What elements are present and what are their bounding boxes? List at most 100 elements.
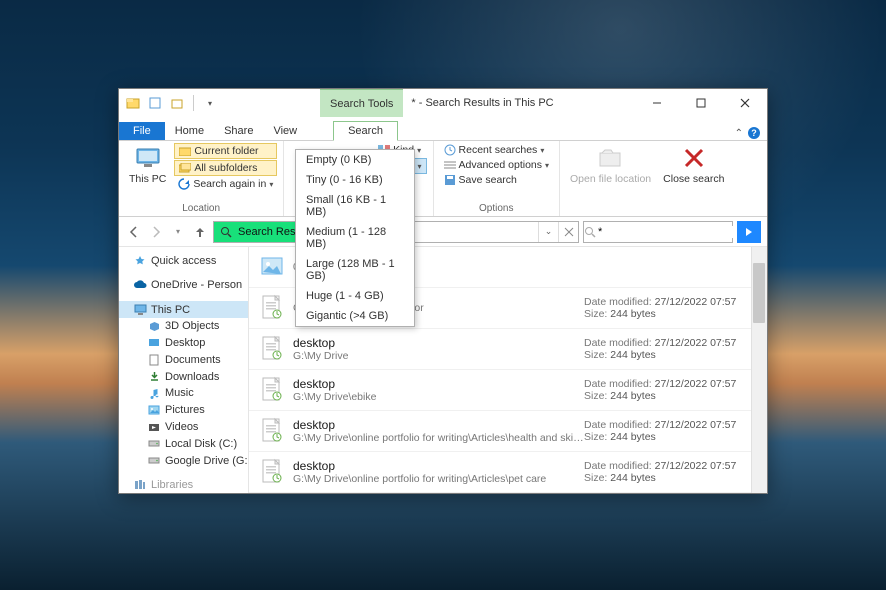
video-icon bbox=[147, 420, 161, 434]
explorer-icon bbox=[125, 95, 141, 111]
chevron-down-icon: ▾ bbox=[418, 162, 422, 171]
close-x-icon bbox=[680, 145, 708, 171]
navbar: ▾ Search Results in ⌄ × bbox=[119, 217, 767, 247]
tab-home[interactable]: Home bbox=[165, 122, 214, 140]
file-icon bbox=[257, 375, 287, 405]
size-option-large[interactable]: Large (128 MB - 1 GB) bbox=[296, 254, 414, 286]
drive-icon bbox=[147, 437, 161, 451]
tab-view[interactable]: View bbox=[263, 122, 307, 140]
size-option-small[interactable]: Small (16 KB - 1 MB) bbox=[296, 190, 414, 222]
sidebar-quick-access[interactable]: Quick access bbox=[119, 253, 248, 270]
cube-icon bbox=[147, 319, 161, 333]
folders-icon bbox=[179, 163, 191, 173]
window-title: * - Search Results in This PC bbox=[403, 89, 635, 117]
file-icon bbox=[257, 457, 287, 487]
size-option-tiny[interactable]: Tiny (0 - 16 KB) bbox=[296, 170, 414, 190]
new-folder-icon[interactable] bbox=[169, 95, 185, 111]
size-option-medium[interactable]: Medium (1 - 128 MB) bbox=[296, 222, 414, 254]
result-row[interactable]: desktopG:\My DriveDate modified: 27/12/2… bbox=[249, 329, 767, 370]
refresh-button[interactable] bbox=[558, 222, 578, 242]
search-box[interactable]: × bbox=[583, 221, 733, 243]
folder-open-icon bbox=[597, 145, 625, 171]
result-row[interactable]: desktopG:\My Drive\online portfolio for … bbox=[249, 452, 767, 493]
file-icon bbox=[257, 252, 287, 282]
help-icon[interactable]: ? bbox=[747, 126, 761, 140]
size-dropdown-menu: Empty (0 KB) Tiny (0 - 16 KB) Small (16 … bbox=[295, 149, 415, 327]
result-meta: Date modified: 27/12/2022 07:57Size: 244… bbox=[584, 337, 759, 361]
back-button[interactable] bbox=[125, 223, 143, 241]
current-folder-button[interactable]: Current folder bbox=[174, 143, 277, 159]
chevron-down-icon: ▾ bbox=[545, 161, 549, 170]
scrollbar[interactable] bbox=[751, 247, 767, 493]
up-button[interactable] bbox=[191, 223, 209, 241]
result-path: G:\My Drive\ebike bbox=[293, 391, 584, 403]
sidebar-videos[interactable]: Videos bbox=[119, 419, 248, 436]
drive-icon bbox=[147, 454, 161, 468]
ribbon-group-location: This PC Current folder All subfolders Se… bbox=[119, 141, 284, 216]
result-path: G:\My Drive\online portfolio for writing… bbox=[293, 473, 584, 485]
size-option-gigantic[interactable]: Gigantic (>4 GB) bbox=[296, 306, 414, 326]
ribbon: This PC Current folder All subfolders Se… bbox=[119, 141, 767, 217]
save-search-button[interactable]: Save search bbox=[440, 173, 554, 187]
close-search-label: Close search bbox=[663, 173, 724, 185]
close-search-button[interactable]: Close search bbox=[659, 143, 728, 187]
open-location-label: Open file location bbox=[570, 173, 651, 185]
all-subfolders-button[interactable]: All subfolders bbox=[174, 160, 277, 176]
music-icon bbox=[147, 386, 161, 400]
result-row[interactable]: desktopG:\My Drive\online portfolio for … bbox=[249, 411, 767, 452]
sidebar-libraries[interactable]: Libraries bbox=[119, 476, 248, 493]
sidebar-pictures[interactable]: Pictures bbox=[119, 402, 248, 419]
size-option-huge[interactable]: Huge (1 - 4 GB) bbox=[296, 286, 414, 306]
qat-dropdown-icon[interactable]: ▾ bbox=[202, 95, 218, 111]
result-name: desktop bbox=[293, 459, 584, 473]
group-label-options: Options bbox=[440, 202, 554, 214]
sidebar-local-disk[interactable]: Local Disk (C:) bbox=[119, 435, 248, 452]
sidebar-music[interactable]: Music bbox=[119, 385, 248, 402]
download-icon bbox=[147, 370, 161, 384]
ribbon-group-actions: Open file location Close search bbox=[560, 141, 734, 216]
scroll-thumb[interactable] bbox=[753, 263, 765, 323]
advanced-options-button[interactable]: Advanced options ▾ bbox=[440, 158, 554, 172]
save-icon bbox=[444, 174, 456, 186]
tab-search[interactable]: Search bbox=[333, 121, 398, 141]
sidebar-this-pc[interactable]: This PC bbox=[119, 301, 248, 318]
monitor-icon bbox=[134, 145, 162, 171]
search-go-button[interactable] bbox=[737, 221, 761, 243]
address-dropdown-button[interactable]: ⌄ bbox=[538, 222, 558, 242]
close-button[interactable] bbox=[723, 89, 767, 117]
sidebar-downloads[interactable]: Downloads bbox=[119, 368, 248, 385]
chevron-down-icon: ▾ bbox=[540, 146, 544, 155]
forward-button[interactable] bbox=[147, 223, 165, 241]
titlebar: ▾ Search Tools * - Search Results in Thi… bbox=[119, 89, 767, 117]
sidebar-google-drive[interactable]: Google Drive (G: bbox=[119, 452, 248, 469]
size-option-empty[interactable]: Empty (0 KB) bbox=[296, 150, 414, 170]
file-icon bbox=[257, 334, 287, 364]
ribbon-group-options: Recent searches ▾ Advanced options ▾ Sav… bbox=[434, 141, 561, 216]
folder-icon bbox=[179, 146, 191, 156]
libraries-icon bbox=[133, 478, 147, 492]
maximize-button[interactable] bbox=[679, 89, 723, 117]
tab-share[interactable]: Share bbox=[214, 122, 263, 140]
search-again-button[interactable]: Search again in ▾ bbox=[174, 177, 277, 191]
file-icon bbox=[257, 416, 287, 446]
result-row[interactable]: desktopG:\My Drive\ebikeDate modified: 2… bbox=[249, 370, 767, 411]
chevron-down-icon: ▾ bbox=[269, 180, 273, 189]
body: Quick access OneDrive - Person This PC 3… bbox=[119, 247, 767, 493]
sidebar-desktop[interactable]: Desktop bbox=[119, 335, 248, 352]
this-pc-button[interactable]: This PC bbox=[125, 143, 170, 187]
open-file-location-button: Open file location bbox=[566, 143, 655, 187]
result-name: desktop bbox=[293, 377, 584, 391]
search-icon bbox=[584, 226, 596, 238]
recent-searches-button[interactable]: Recent searches ▾ bbox=[440, 143, 554, 157]
recent-locations-button[interactable]: ▾ bbox=[169, 223, 187, 241]
sidebar-3d-objects[interactable]: 3D Objects bbox=[119, 318, 248, 335]
minimize-button[interactable] bbox=[635, 89, 679, 117]
properties-icon[interactable] bbox=[147, 95, 163, 111]
chevron-down-icon: ▾ bbox=[417, 146, 421, 155]
sidebar-documents[interactable]: Documents bbox=[119, 352, 248, 369]
search-input[interactable] bbox=[596, 226, 742, 238]
minimize-ribbon-icon[interactable]: ⌃ bbox=[735, 128, 743, 139]
tab-file[interactable]: File bbox=[119, 122, 165, 140]
sidebar-onedrive[interactable]: OneDrive - Person bbox=[119, 277, 248, 294]
group-label-location: Location bbox=[125, 202, 277, 214]
